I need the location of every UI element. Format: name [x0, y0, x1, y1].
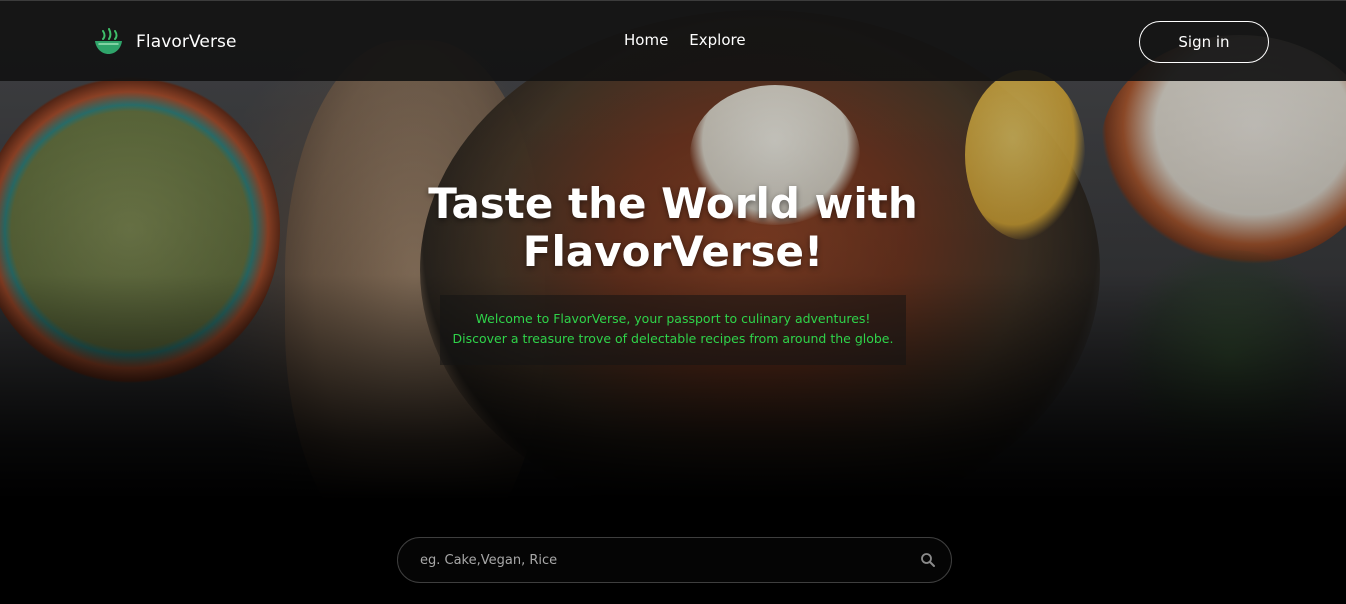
hero-subtitle: Welcome to FlavorVerse, your passport to…	[440, 295, 906, 365]
nav-home-link[interactable]: Home	[624, 31, 668, 49]
bowl-logo-icon	[95, 28, 122, 54]
navbar: FlavorVerse Home Explore Sign in	[0, 0, 1346, 81]
hero-title-line2: FlavorVerse!	[522, 227, 824, 276]
hero-title-line1: Taste the World with	[428, 179, 918, 228]
nav-links: Home Explore	[624, 31, 746, 49]
brand-logo[interactable]: FlavorVerse	[93, 27, 237, 57]
search-icon[interactable]	[920, 552, 936, 568]
nav-explore-link[interactable]: Explore	[689, 31, 745, 49]
hero-title: Taste the World with FlavorVerse!	[333, 180, 1013, 276]
page: FlavorVerse Home Explore Sign in Taste t…	[0, 0, 1346, 604]
search-bar	[397, 537, 952, 583]
search-input[interactable]	[418, 538, 898, 582]
hero-subtitle-line1: Welcome to FlavorVerse, your passport to…	[475, 311, 871, 326]
sign-in-button[interactable]: Sign in	[1139, 21, 1269, 63]
brand-name: FlavorVerse	[136, 32, 237, 52]
hero-subtitle-line2: Discover a treasure trove of delectable …	[452, 331, 894, 346]
